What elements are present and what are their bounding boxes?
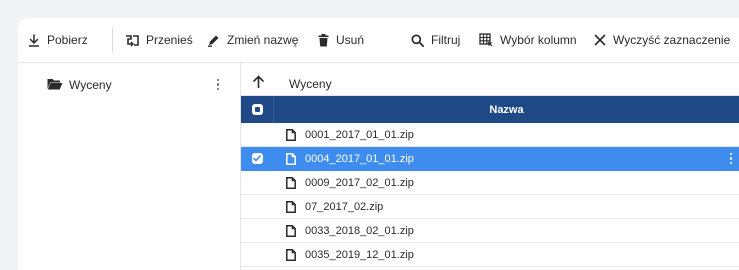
download-label: Pobierz [47,33,88,47]
move-button[interactable]: Przenieś [125,30,193,50]
filter-label: Filtruj [431,33,461,47]
rename-label: Zmień nazwę [227,33,299,47]
pencil-icon [207,34,227,47]
file-name: 0001_2017_01_01.zip [305,128,414,141]
toolbar-border [18,62,739,63]
toolbar-divider [112,27,113,53]
checkmark-icon [253,153,261,165]
clear-selection-label: Wyczyść zaznaczenie [613,33,731,47]
row-checkbox-cell[interactable] [241,219,273,242]
file-icon [286,176,296,189]
column-chooser-label: Wybór kolumn [500,33,577,47]
file-icon [286,224,296,237]
row-more-icon[interactable] [730,153,733,164]
grid-header: Nazwa [241,96,739,123]
column-chooser-icon [479,33,500,47]
file-grid: Nazwa 0001_2017_01_01.zip 0004_2017_01_0… [241,96,739,267]
table-row[interactable]: 0035_2019_12_01.zip [241,243,739,267]
move-icon [125,34,146,47]
toolbar: Pobierz Przenieś Zmień nazwę Usuń Filtru… [18,18,739,62]
table-row[interactable]: 0009_2017_02_01.zip [241,171,739,195]
file-name: 07_2017_02.zip [305,200,384,213]
table-row[interactable]: 0001_2017_01_01.zip [241,123,739,147]
trash-icon [318,33,336,47]
row-checkbox-cell[interactable] [241,195,273,218]
column-header-name[interactable]: Nazwa [274,104,739,116]
row-checkbox-cell[interactable] [241,123,273,146]
row-checkbox-cell[interactable] [241,243,273,266]
file-icon [286,128,296,141]
file-name: 0004_2017_01_01.zip [305,152,414,165]
clear-selection-button[interactable]: Wyczyść zaznaczenie [594,30,730,50]
file-icon [286,248,296,261]
arrow-up-icon [252,75,264,93]
file-manager-window: Pobierz Przenieś Zmień nazwę Usuń Filtru… [18,18,739,270]
table-row[interactable]: 07_2017_02.zip [241,195,739,219]
file-name: 0035_2019_12_01.zip [305,248,414,261]
table-row-selected[interactable]: 0004_2017_01_01.zip [241,147,739,171]
row-checkbox-cell[interactable] [241,147,273,170]
go-up-button[interactable] [249,73,267,95]
select-all-cell [241,96,273,123]
move-label: Przenieś [146,33,193,47]
rename-button[interactable]: Zmień nazwę [207,30,298,50]
download-button[interactable]: Pobierz [28,30,88,50]
breadcrumb[interactable]: Wyceny [289,77,332,91]
delete-button[interactable]: Usuń [318,30,364,50]
table-row[interactable]: 0033_2018_02_01.zip [241,219,739,243]
file-name: 0033_2018_02_01.zip [305,224,414,237]
delete-label: Usuń [336,33,365,47]
row-checkbox-checked[interactable] [251,153,263,165]
file-name: 0009_2017_02_01.zip [305,176,414,189]
file-icon [286,152,296,165]
folder-open-icon [47,78,69,93]
select-all-checkbox[interactable] [251,104,263,115]
sidebar-folder-wyceny[interactable]: Wyceny [47,74,223,96]
row-checkbox-cell[interactable] [241,171,273,194]
close-icon [594,34,613,46]
sidebar-folder-label: Wyceny [69,78,112,92]
filter-button[interactable]: Filtruj [411,30,460,50]
file-icon [286,200,296,213]
folder-more-icon[interactable] [217,79,220,90]
search-icon [411,33,431,47]
download-icon [28,33,47,47]
column-chooser-button[interactable]: Wybór kolumn [479,30,577,50]
